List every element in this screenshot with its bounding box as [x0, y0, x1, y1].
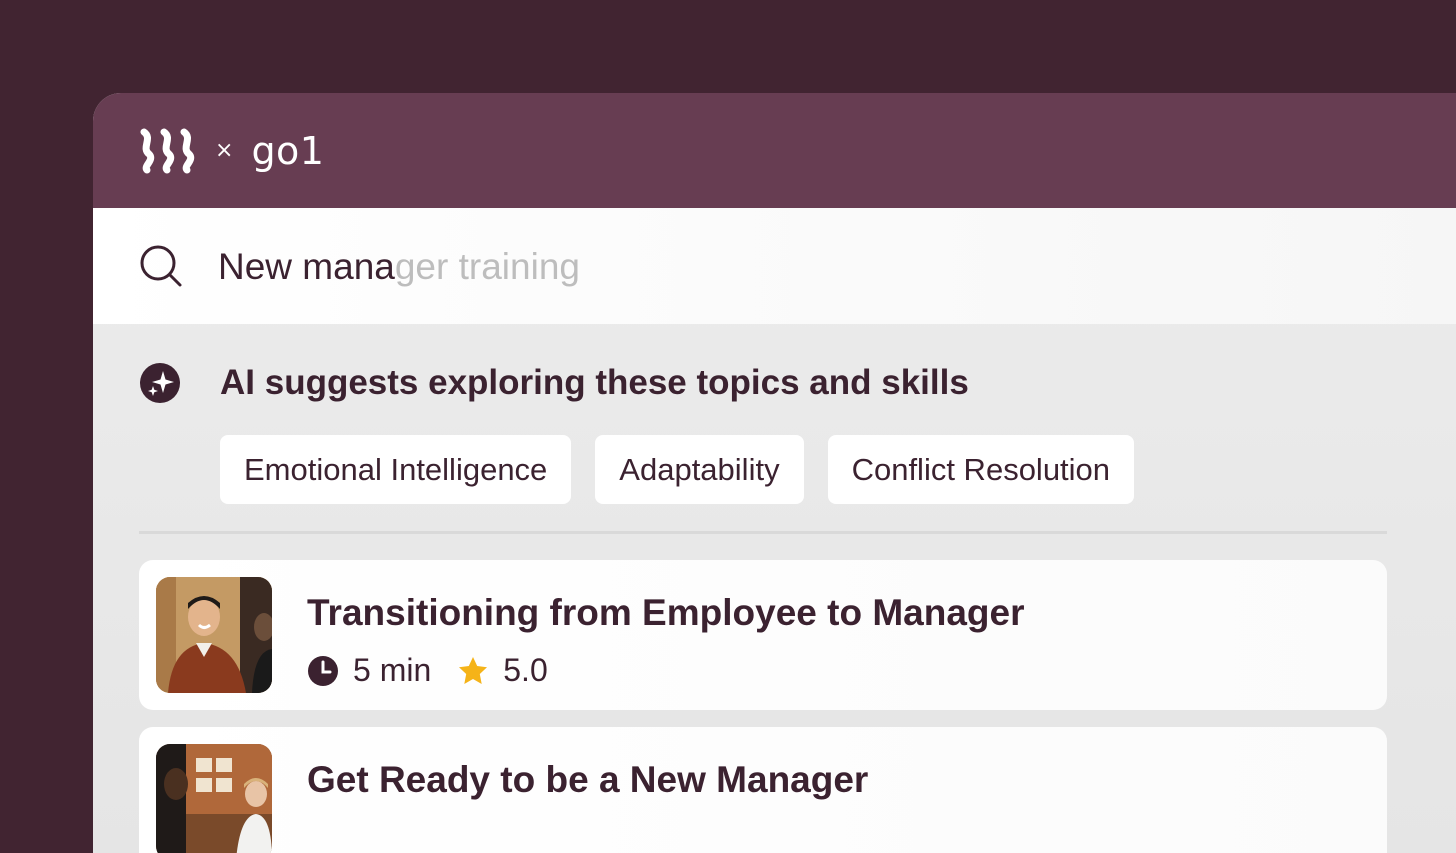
search-autocomplete-text: ger training: [394, 245, 580, 287]
course-title[interactable]: Get Ready to be a New Manager: [307, 759, 868, 801]
clock-icon: [308, 655, 338, 686]
course-thumbnail: [156, 744, 272, 853]
brand-separator: ×: [215, 138, 234, 163]
partner-logo-text: go1: [251, 128, 325, 173]
course-thumbnail: [156, 577, 272, 693]
ai-sparkle-icon: [140, 363, 180, 403]
header-bar: × go1: [93, 93, 1456, 208]
ai-suggestions-title: AI suggests exploring these topics and s…: [220, 363, 969, 402]
chip-conflict-resolution[interactable]: Conflict Resolution: [827, 435, 1135, 504]
chip-adaptability[interactable]: Adaptability: [595, 435, 804, 504]
ai-suggestions: AI suggests exploring these topics and s…: [93, 324, 1456, 504]
search-input[interactable]: New manager training: [218, 248, 580, 285]
result-card-body: Get Ready to be a New Manager: [307, 727, 868, 801]
search-panel: × go1 New manager training AI suggests e…: [93, 93, 1456, 853]
ai-suggestions-header: AI suggests exploring these topics and s…: [139, 362, 1456, 404]
result-card[interactable]: Get Ready to be a New Manager: [139, 727, 1387, 853]
course-meta: 5 min 5.0: [307, 652, 1025, 689]
star-icon: [459, 656, 488, 684]
result-card-body: Transitioning from Employee to Manager 5…: [307, 560, 1025, 689]
chip-emotional-intelligence[interactable]: Emotional Intelligence: [220, 435, 572, 504]
course-title[interactable]: Transitioning from Employee to Manager: [307, 592, 1025, 634]
search-bar[interactable]: New manager training: [93, 208, 1456, 324]
divider: [139, 531, 1387, 534]
course-duration: 5 min: [353, 652, 432, 688]
brand-logo-icon: [140, 128, 195, 173]
result-card[interactable]: Transitioning from Employee to Manager 5…: [139, 560, 1387, 710]
brand-logo: × go1: [139, 128, 324, 174]
course-rating: 5.0: [503, 652, 548, 688]
search-typed-text: New mana: [218, 245, 395, 287]
topic-chips: Emotional Intelligence Adaptability Conf…: [220, 435, 1456, 504]
search-icon: [140, 245, 182, 287]
